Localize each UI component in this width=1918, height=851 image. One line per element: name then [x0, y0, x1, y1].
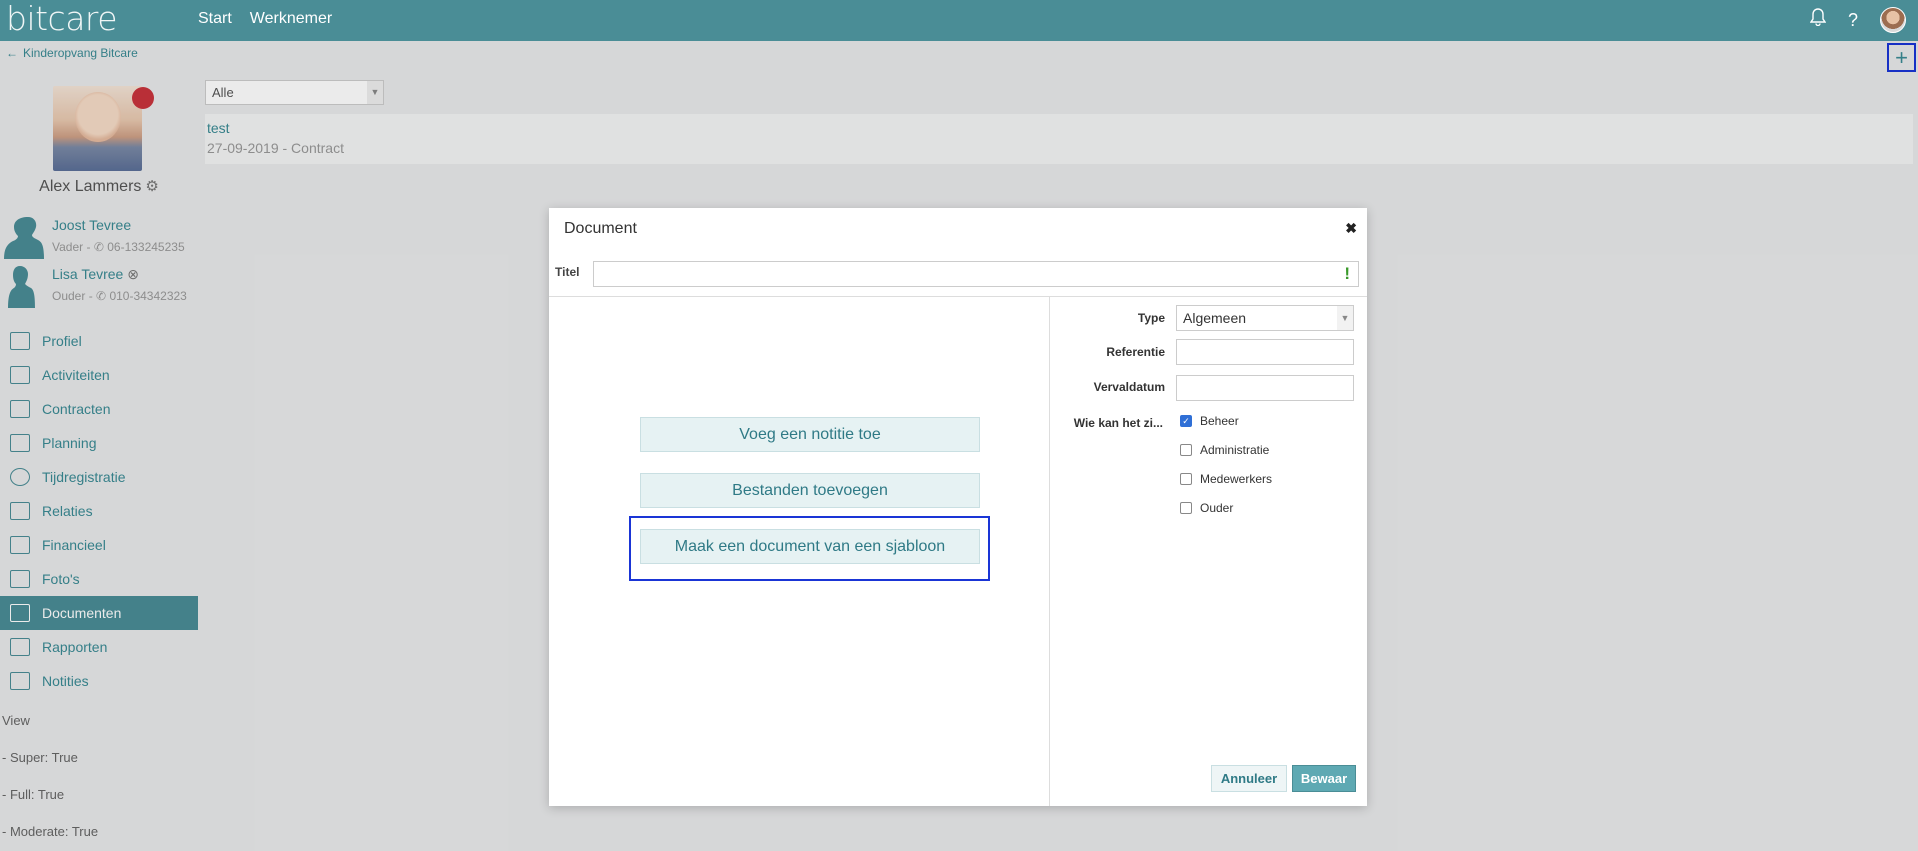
type-label: Type	[1137, 311, 1165, 325]
add-note-button[interactable]: Voeg een notitie toe	[640, 417, 980, 452]
cancel-button[interactable]: Annuleer	[1211, 765, 1287, 792]
checkbox-beheer[interactable]: ✓ Beheer	[1180, 414, 1239, 428]
close-icon[interactable]: ✖	[1345, 220, 1357, 237]
title-label: Titel	[555, 265, 580, 279]
checkbox-icon[interactable]	[1180, 502, 1192, 514]
required-warning-icon: !	[1344, 264, 1350, 283]
checkbox-administratie[interactable]: Administratie	[1180, 443, 1269, 457]
caret-down-icon: ▼	[1337, 306, 1353, 330]
visibility-label: Wie kan het zi...	[1073, 416, 1163, 430]
add-files-button[interactable]: Bestanden toevoegen	[640, 473, 980, 508]
vervaldatum-input[interactable]	[1176, 375, 1354, 401]
bell-icon[interactable]	[1809, 7, 1827, 33]
type-select[interactable]: Algemeen ▼	[1176, 305, 1354, 331]
vervaldatum-label: Vervaldatum	[1093, 380, 1165, 394]
help-icon[interactable]: ?	[1848, 7, 1858, 33]
divider	[1049, 297, 1050, 806]
type-value: Algemeen	[1183, 310, 1247, 326]
nav-werknemer[interactable]: Werknemer	[250, 10, 332, 28]
checkbox-icon[interactable]	[1180, 444, 1192, 456]
referentie-label: Referentie	[1106, 345, 1165, 359]
top-bar: bitcare Start Werknemer ?	[0, 0, 1918, 41]
bitcare-logo[interactable]: bitcare	[6, 0, 118, 38]
divider	[549, 296, 1367, 297]
top-nav: Start Werknemer	[198, 10, 332, 28]
referentie-input[interactable]	[1176, 339, 1354, 365]
checkbox-checked-icon[interactable]: ✓	[1180, 415, 1192, 427]
nav-start[interactable]: Start	[198, 10, 232, 28]
create-from-template-button[interactable]: Maak een document van een sjabloon	[640, 529, 980, 564]
checkbox-icon[interactable]	[1180, 473, 1192, 485]
modal-title: Document	[564, 220, 637, 237]
save-button[interactable]: Bewaar	[1292, 765, 1356, 792]
top-icons: ?	[1809, 7, 1906, 33]
title-input[interactable]: !	[593, 261, 1359, 287]
checkbox-medewerkers[interactable]: Medewerkers	[1180, 472, 1272, 486]
user-avatar[interactable]	[1880, 7, 1906, 33]
checkbox-ouder[interactable]: Ouder	[1180, 501, 1233, 515]
document-modal: Document ✖ Titel ! Voeg een notitie toe …	[549, 208, 1367, 806]
